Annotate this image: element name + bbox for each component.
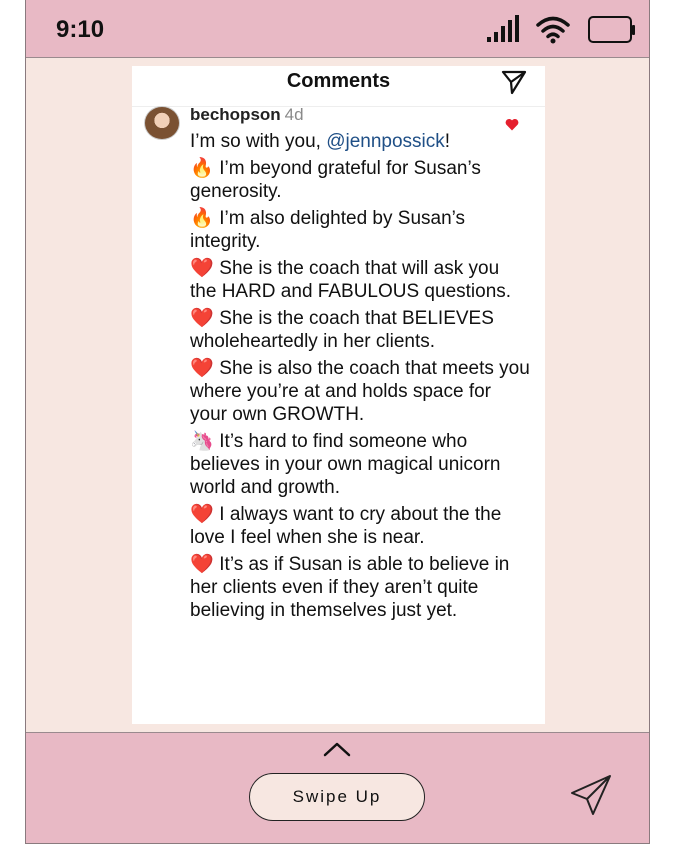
paragraph-text: She is also the coach that meets you whe…	[190, 358, 530, 425]
heart-emoji: ❤️	[190, 308, 214, 329]
paragraph-text: It’s as if Susan is able to believe in h…	[190, 554, 510, 621]
comment-paragraph: 🔥 I’m also delighted by Susan’s integrit…	[190, 207, 530, 253]
paragraph-text: She is the coach that BELIEVES wholehear…	[190, 308, 494, 352]
heart-emoji: ❤️	[190, 258, 214, 279]
comment-paragraph: 🔥 I’m beyond grateful for Susan’s genero…	[190, 157, 530, 203]
comment-username[interactable]: bechopson	[190, 105, 281, 124]
comment-paragraph: ❤️ She is also the coach that meets you …	[190, 357, 530, 426]
comment-paragraph: 🦄 It’s hard to find someone who believes…	[190, 430, 530, 499]
comment-age: 4d	[284, 105, 304, 124]
heart-emoji: ❤️	[190, 358, 214, 379]
comment-paragraph: ❤️ She is the coach that will ask you th…	[190, 257, 530, 303]
comment-paragraph: ❤️ She is the coach that BELIEVES wholeh…	[190, 307, 530, 353]
comments-panel: Comments bechopson 4d I’m so with you, @j…	[132, 66, 545, 724]
status-bar: 9:10	[26, 0, 649, 58]
comment-intro: I’m so with you, @jennpossick!	[190, 130, 530, 153]
paragraph-text: It’s hard to find someone who believes i…	[190, 431, 501, 498]
signal-icon	[487, 15, 519, 42]
status-time: 9:10	[56, 16, 105, 43]
fire-emoji: 🔥	[190, 158, 214, 179]
paragraph-text: She is the coach that will ask you the H…	[190, 258, 512, 302]
paper-plane-icon[interactable]	[569, 773, 613, 817]
comment-paragraph: ❤️ It’s as if Susan is able to believe i…	[190, 553, 530, 622]
paper-plane-icon[interactable]	[501, 69, 527, 95]
battery-icon	[588, 16, 635, 43]
swipe-up-button[interactable]: Swipe Up	[249, 773, 425, 821]
unicorn-emoji: 🦄	[190, 431, 214, 452]
paragraph-text: I’m also delighted by Susan’s integrity.	[190, 208, 466, 252]
heart-icon[interactable]	[505, 118, 519, 131]
intro-text: I’m so with you,	[190, 131, 327, 152]
bottom-bar: Swipe Up	[26, 732, 649, 843]
comment: bechopson 4d I’m so with you, @jennpossic…	[190, 103, 530, 626]
chevron-up-icon[interactable]	[323, 741, 351, 757]
comments-header: Comments	[132, 66, 545, 107]
comment-paragraph: ❤️ I always want to cry about the the lo…	[190, 503, 530, 549]
heart-emoji: ❤️	[190, 554, 214, 575]
wifi-icon	[536, 16, 570, 44]
avatar[interactable]	[144, 106, 180, 140]
paragraph-text: I always want to cry about the the love …	[190, 504, 502, 548]
fire-emoji: 🔥	[190, 208, 214, 229]
intro-end: !	[444, 131, 451, 152]
heart-emoji: ❤️	[190, 504, 214, 525]
paragraph-text: I’m beyond grateful for Susan’s generosi…	[190, 158, 481, 202]
mention-link[interactable]: @jennpossick	[326, 131, 445, 152]
phone-frame: 9:10 Comments bechopson 4d I’m so with y…	[25, 0, 650, 844]
comment-meta: bechopson 4d	[190, 103, 530, 126]
comments-title: Comments	[286, 70, 391, 92]
